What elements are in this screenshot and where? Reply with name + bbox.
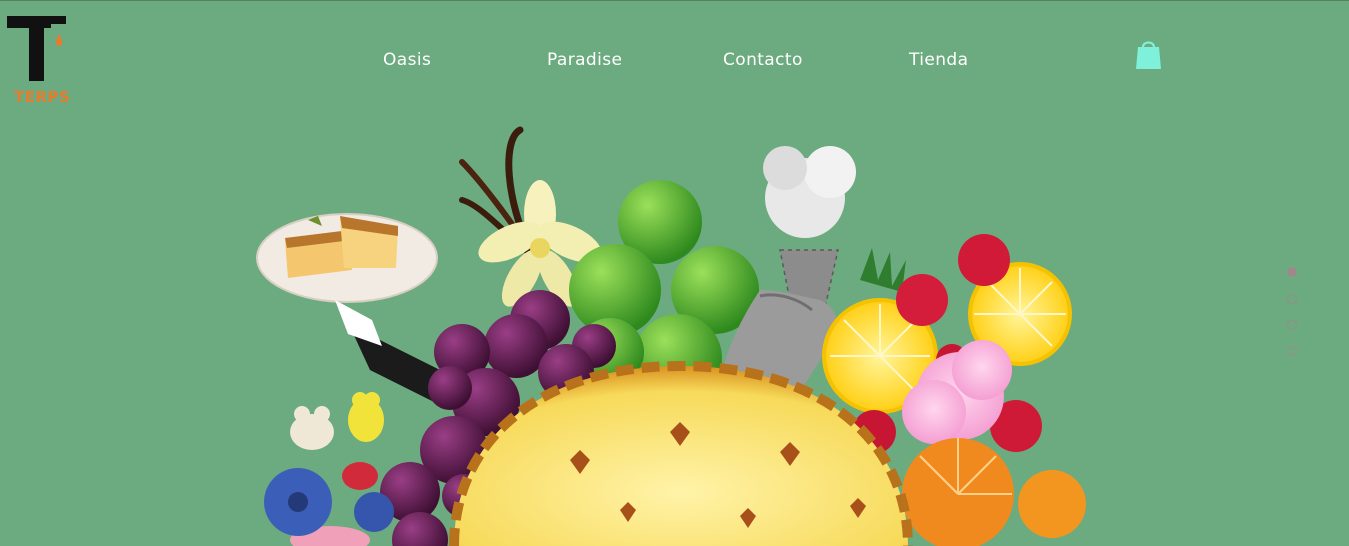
- nav-link-tienda[interactable]: Tienda: [909, 50, 968, 70]
- slide-navigation: [1286, 267, 1300, 363]
- slide-dot-2[interactable]: [1287, 294, 1297, 304]
- nav-link-contacto[interactable]: Contacto: [723, 50, 803, 70]
- top-border: [0, 0, 1349, 1]
- slide-dot-4[interactable]: [1287, 346, 1297, 356]
- slide-dot-1[interactable]: [1287, 267, 1297, 277]
- cart-button[interactable]: [1135, 38, 1162, 70]
- nav-link-oasis[interactable]: Oasis: [383, 50, 431, 70]
- brand-name: TERPS: [14, 88, 71, 106]
- shopping-bag-icon: [1136, 41, 1161, 69]
- slide-dot-3[interactable]: [1287, 320, 1297, 330]
- hero-collage-image: [256, 126, 1086, 546]
- nav-link-paradise[interactable]: Paradise: [547, 50, 622, 70]
